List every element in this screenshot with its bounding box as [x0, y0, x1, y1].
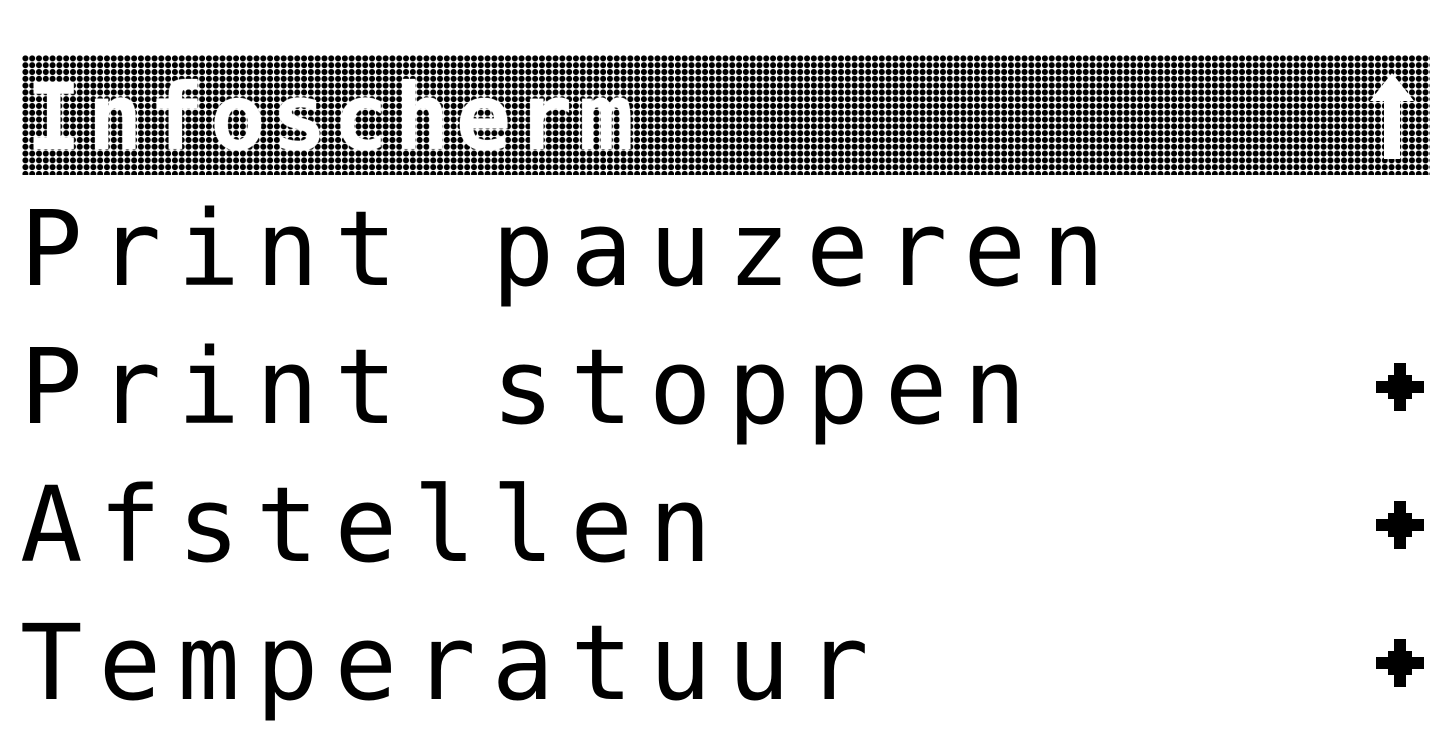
menu-item-label: Afstellen: [20, 464, 728, 586]
menu-item-label: Print pauzeren: [20, 188, 1121, 310]
menu-list: Print pauzeren Print stoppen Afstellen T…: [20, 180, 1430, 732]
up-arrow-icon[interactable]: [1362, 65, 1422, 165]
menu-item-temperatuur[interactable]: Temperatuur: [20, 594, 1430, 732]
submenu-plus-icon: [1370, 495, 1430, 555]
menu-item-label: Print stoppen: [20, 326, 1042, 448]
menu-item-print-stoppen[interactable]: Print stoppen: [20, 318, 1430, 456]
menu-item-afstellen[interactable]: Afstellen: [20, 456, 1430, 594]
submenu-plus-icon: [1370, 357, 1430, 417]
submenu-plus-icon: [1370, 633, 1430, 693]
menu-item-label: Temperatuur: [20, 602, 885, 724]
page-title: Infoscherm: [26, 64, 640, 171]
menu-header[interactable]: Infoscherm: [22, 55, 1430, 175]
menu-item-print-pauzeren[interactable]: Print pauzeren: [20, 180, 1430, 318]
lcd-screen: Infoscherm Print pauzeren Print stoppen …: [0, 0, 1452, 748]
